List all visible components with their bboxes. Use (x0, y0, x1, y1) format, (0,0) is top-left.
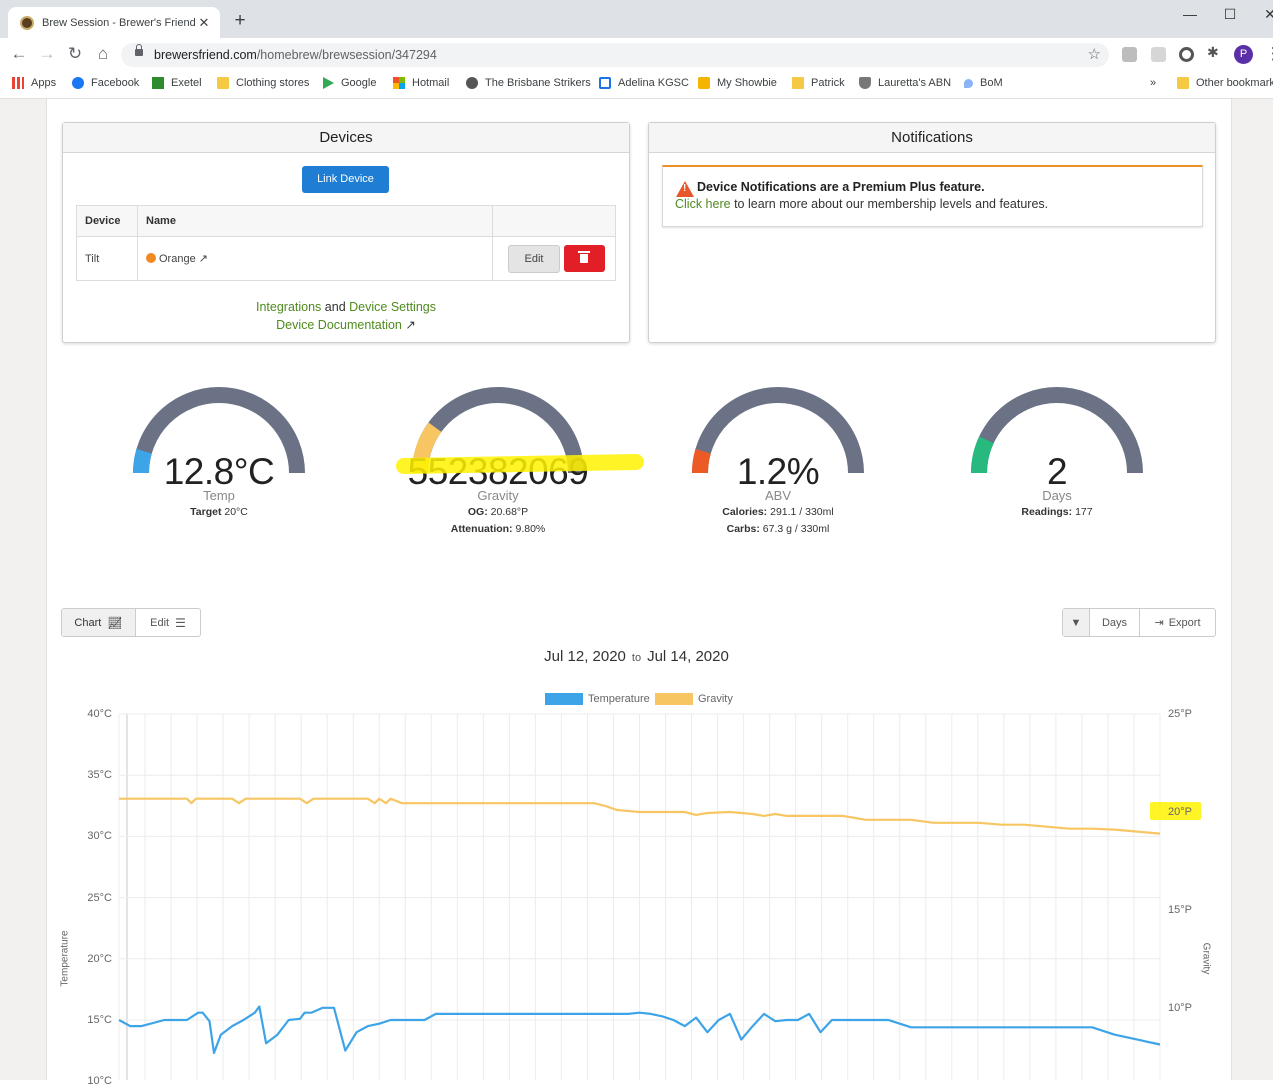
y-left-tick-label: 15°C (87, 1014, 112, 1026)
y-left-tick-label: 40°C (87, 708, 112, 720)
fermentation-chart (118, 713, 1161, 1080)
y-right-axis-title: Gravity (1200, 942, 1212, 975)
y-left-tick-label: 10°C (87, 1075, 112, 1087)
y-left-tick-label: 30°C (87, 830, 112, 843)
y-right-tick-label: 20°P (1168, 806, 1192, 818)
y-right-tick-label: 25°P (1168, 708, 1192, 720)
y-right-tick-label: 10°P (1168, 1002, 1192, 1014)
y-left-axis-title: Temperature (59, 930, 71, 987)
y-left-tick-label: 25°C (87, 891, 112, 904)
y-left-tick-label: 20°C (87, 952, 112, 965)
y-left-tick-label: 35°C (87, 769, 112, 782)
y-right-tick-label: 15°P (1168, 904, 1192, 916)
